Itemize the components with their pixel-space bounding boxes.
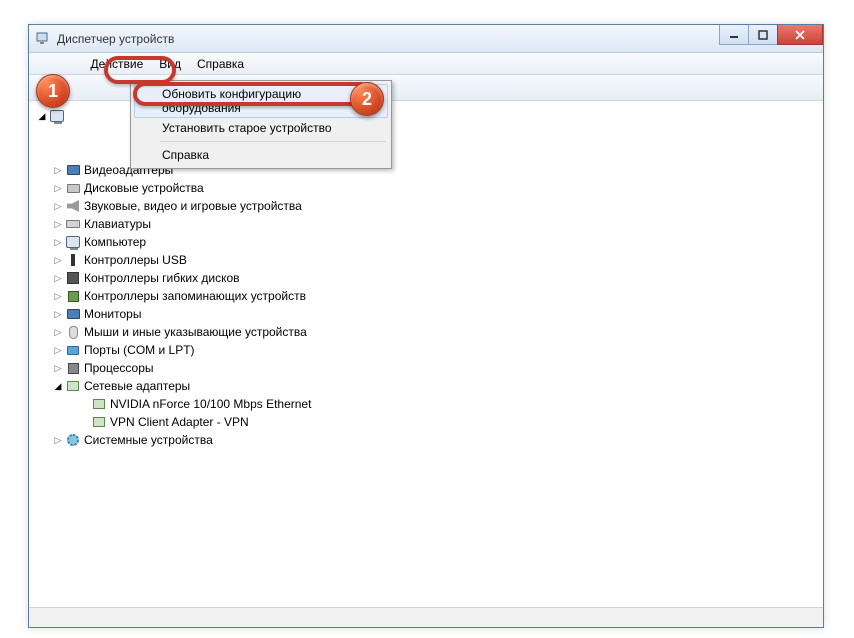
tree-node[interactable]: ▷ Порты (COM и LPT) — [31, 341, 821, 359]
app-icon — [35, 31, 51, 47]
tree-label: Компьютер — [84, 235, 146, 249]
menu-action[interactable]: Действие — [83, 55, 152, 73]
tree-label: Системные устройства — [84, 433, 213, 447]
tree-label: Контроллеры USB — [84, 253, 187, 267]
tree-label: Звуковые, видео и игровые устройства — [84, 199, 302, 213]
tree-node[interactable]: ▷ Компьютер — [31, 233, 821, 251]
statusbar — [29, 607, 823, 627]
expand-arrow-icon[interactable]: ▷ — [53, 237, 63, 248]
menu-add-legacy[interactable]: Установить старое устройство — [134, 118, 388, 138]
callout-badge-1: 1 — [36, 74, 70, 108]
net-icon — [91, 396, 107, 412]
expand-arrow-icon[interactable]: ▷ — [53, 291, 63, 302]
mon-icon — [65, 306, 81, 322]
tree-node[interactable]: ▷ Звуковые, видео и игровые устройства — [31, 197, 821, 215]
expand-arrow-icon[interactable]: ▷ — [53, 273, 63, 284]
tree-node[interactable]: ▷ Контроллеры запоминающих устройств — [31, 287, 821, 305]
tree-label: Мыши и иные указывающие устройства — [84, 325, 307, 339]
tree-label: Порты (COM и LPT) — [84, 343, 195, 357]
tree-node[interactable]: ▷ Мыши и иные указывающие устройства — [31, 323, 821, 341]
tree-label: Дисковые устройства — [84, 181, 204, 195]
sound-icon — [65, 198, 81, 214]
pc-icon — [49, 108, 65, 124]
kbd-icon — [65, 216, 81, 232]
net-icon — [65, 378, 81, 394]
chip-icon — [65, 288, 81, 304]
window-title: Диспетчер устройств — [57, 32, 174, 46]
expand-arrow-icon[interactable]: ▷ — [53, 183, 63, 194]
tree-node[interactable]: ▷ Дисковые устройства — [31, 179, 821, 197]
mouse-icon — [65, 324, 81, 340]
window-controls — [720, 25, 823, 45]
expand-arrow-icon[interactable]: ▷ — [53, 165, 63, 176]
tree-label: Процессоры — [84, 361, 154, 375]
floppy-icon — [65, 270, 81, 286]
mon-icon — [65, 162, 81, 178]
expand-arrow-icon[interactable]: ▷ — [53, 327, 63, 338]
collapse-arrow-icon[interactable]: ◢ — [53, 381, 63, 392]
expand-arrow-icon[interactable]: ▷ — [53, 201, 63, 212]
tree-label: Мониторы — [84, 307, 141, 321]
device-tree[interactable]: ◢▷▷▷Видеоадаптеры▷Дисковые устройства▷Зв… — [31, 103, 821, 605]
menu-separator — [160, 141, 386, 142]
expand-arrow-icon[interactable]: ▷ — [53, 309, 63, 320]
expand-arrow-icon[interactable]: ▷ — [53, 435, 63, 446]
port-icon — [65, 342, 81, 358]
tree-node[interactable]: ▷ Процессоры — [31, 359, 821, 377]
titlebar[interactable]: Диспетчер устройств — [29, 25, 823, 53]
expand-arrow-icon[interactable]: ▷ — [53, 255, 63, 266]
tree-label: Контроллеры запоминающих устройств — [84, 289, 306, 303]
tree-label: NVIDIA nForce 10/100 Mbps Ethernet — [110, 397, 311, 411]
usb-icon — [65, 252, 81, 268]
tree-node[interactable]: ▷ Контроллеры гибких дисков — [31, 269, 821, 287]
maximize-button[interactable] — [748, 25, 778, 45]
close-button[interactable] — [777, 25, 823, 45]
minimize-button[interactable] — [719, 25, 749, 45]
tree-node[interactable]: ▷ Мониторы — [31, 305, 821, 323]
expand-arrow-icon[interactable]: ▷ — [53, 345, 63, 356]
tree-label: Клавиатуры — [84, 217, 151, 231]
disk-icon — [65, 180, 81, 196]
menu-help-item[interactable]: Справка — [134, 145, 388, 165]
collapse-arrow-icon[interactable]: ◢ — [37, 111, 47, 122]
cpu-icon — [65, 360, 81, 376]
tree-node[interactable]: ▷ Контроллеры USB — [31, 251, 821, 269]
gear-icon — [65, 432, 81, 448]
pc-icon — [65, 234, 81, 250]
menu-help[interactable]: Справка — [189, 55, 252, 73]
tree-node[interactable]: ▷ Клавиатуры — [31, 215, 821, 233]
tree-label: Контроллеры гибких дисков — [84, 271, 240, 285]
expand-arrow-icon[interactable]: ▷ — [53, 363, 63, 374]
menubar: Файл Действие Вид Справка — [29, 53, 823, 75]
tree-label: Сетевые адаптеры — [84, 379, 190, 393]
tree-node[interactable]: ▷ Системные устройства — [31, 431, 821, 449]
callout-badge-2: 2 — [350, 82, 384, 116]
tree-node[interactable]: NVIDIA nForce 10/100 Mbps Ethernet — [31, 395, 821, 413]
menu-view[interactable]: Вид — [151, 55, 189, 73]
tree-node[interactable]: ◢ Сетевые адаптеры — [31, 377, 821, 395]
tree-label: VPN Client Adapter - VPN — [110, 415, 249, 429]
expand-arrow-icon[interactable]: ▷ — [53, 219, 63, 230]
net-icon — [91, 414, 107, 430]
tree-node[interactable]: VPN Client Adapter - VPN — [31, 413, 821, 431]
